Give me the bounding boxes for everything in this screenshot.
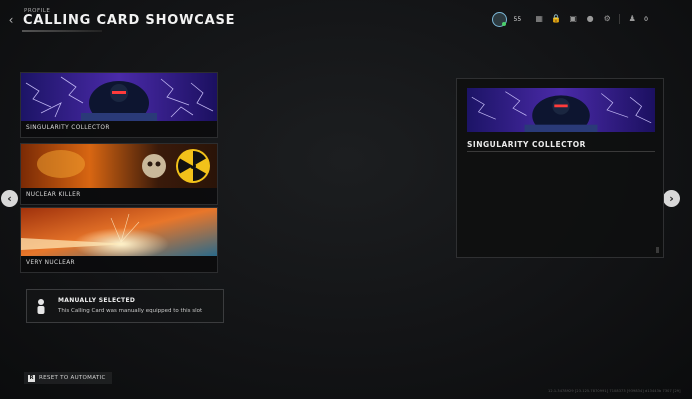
people-icon[interactable]: ♟ <box>627 14 637 24</box>
key-prompt-icon: R <box>28 374 35 382</box>
back-button[interactable]: ‹ <box>6 13 16 27</box>
corner-mark <box>656 247 659 253</box>
person-icon <box>37 299 45 314</box>
calling-card-very-nuclear[interactable]: VERY NUCLEAR <box>20 207 218 273</box>
card-icon[interactable]: ▣ <box>568 14 578 24</box>
previous-page-button[interactable]: ‹ <box>1 190 18 207</box>
next-page-button[interactable]: › <box>663 190 680 207</box>
calling-card-art <box>21 73 217 121</box>
card-label: VERY NUCLEAR <box>26 260 75 266</box>
card-label: SINGULARITY COLLECTOR <box>26 125 110 131</box>
calling-card-preview: SINGULARITY COLLECTOR <box>456 78 664 258</box>
top-bar: 55 ▦ 🔒 ▣ ● ⚙ ♟ 0 <box>491 11 648 27</box>
manual-selection-notice: MANUALLY SELECTED This Calling Card was … <box>26 289 224 323</box>
gear-icon[interactable]: ⚙ <box>602 14 612 24</box>
notice-title: MANUALLY SELECTED <box>58 297 136 304</box>
grid-icon[interactable]: ▦ <box>534 14 544 24</box>
divider <box>467 151 655 152</box>
chevron-left-icon: ‹ <box>7 192 12 205</box>
page-title: CALLING CARD SHOWCASE <box>23 13 236 28</box>
divider <box>619 14 621 24</box>
title-underline <box>22 30 102 32</box>
preview-card-art <box>467 88 655 132</box>
preview-title: SINGULARITY COLLECTOR <box>467 140 586 149</box>
player-level: 55 <box>513 15 522 23</box>
chevron-right-icon: › <box>669 192 674 205</box>
chevron-left-icon: ‹ <box>8 13 14 27</box>
notice-description: This Calling Card was manually equipped … <box>58 308 203 314</box>
bell-icon[interactable]: ● <box>585 14 595 24</box>
currency-count: 0 <box>644 15 648 23</box>
calling-card-singularity-collector[interactable]: SINGULARITY COLLECTOR <box>20 72 218 138</box>
avatar[interactable] <box>491 11 507 27</box>
calling-card-nuclear-killer[interactable]: NUCLEAR KILLER <box>20 143 218 205</box>
calling-card-art <box>21 144 217 188</box>
reset-to-automatic-button[interactable]: R RESET TO AUTOMATIC <box>24 372 112 384</box>
calling-card-art <box>21 208 217 256</box>
lock-icon[interactable]: 🔒 <box>551 14 561 24</box>
reset-label: RESET TO AUTOMATIC <box>39 375 106 381</box>
card-label: NUCLEAR KILLER <box>26 192 81 198</box>
build-version: 12.1.3478929 [23.125.7870991] 7108373 [9… <box>548 389 681 393</box>
